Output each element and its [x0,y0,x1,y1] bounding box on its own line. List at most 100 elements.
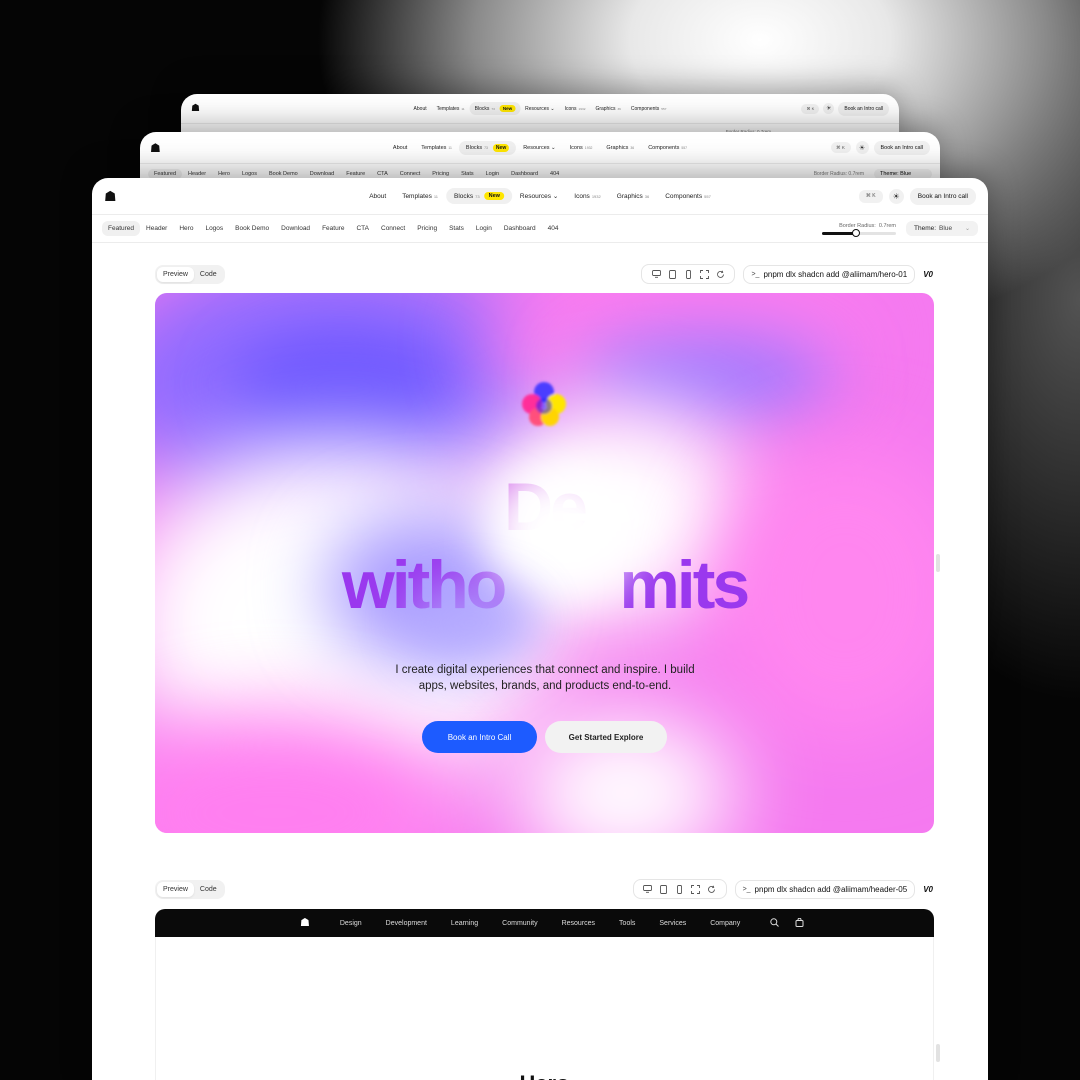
category-download[interactable]: Download [304,169,340,179]
header-demo-link-design[interactable]: Design [340,920,362,927]
mobile-icon[interactable] [681,268,695,280]
border-radius-slider[interactable] [822,228,896,237]
header-demo-link-tools[interactable]: Tools [619,920,635,927]
category-logos[interactable]: Logos [236,169,263,179]
command-k-shortcut[interactable]: ⌘ K [801,103,820,114]
command-k-shortcut[interactable]: ⌘ K [858,189,883,203]
desktop-icon[interactable] [649,268,663,280]
code-tab[interactable]: Code [194,267,223,282]
install-command[interactable]: >_ pnpm dlx shadcn add @aliimam/hero-01 [743,264,916,284]
category-login[interactable]: Login [480,169,505,179]
nav-graphics-count: 36 [617,106,621,111]
brand-logo-icon[interactable]: ☗ [300,917,310,929]
preview-tab[interactable]: Preview [157,266,194,282]
category-stats[interactable]: Stats [455,169,480,179]
v0-icon[interactable]: V0 [923,270,933,279]
nav-templates[interactable]: Templates 11 [394,189,446,204]
fullscreen-icon[interactable] [689,883,703,895]
scrollbar-handle[interactable] [936,554,940,572]
install-command[interactable]: >_ pnpm dlx shadcn add @aliimam/header-0… [734,879,916,899]
brand-logo-icon[interactable]: ☗ [150,142,161,154]
theme-toggle-sun-icon[interactable]: ☀ [823,103,835,114]
tablet-icon[interactable] [657,883,671,895]
nav-resources[interactable]: Resources ⌄ [520,103,560,115]
category-hero[interactable]: Hero [173,221,199,236]
scrollbar-handle[interactable] [936,1044,940,1062]
brand-logo-icon[interactable]: ☗ [191,103,200,114]
nav-icons[interactable]: Icons 1932 [566,189,608,204]
category-header[interactable]: Header [140,221,173,236]
nav-icons[interactable]: Icons 1932 [563,142,600,154]
category-dashboard[interactable]: Dashboard [498,221,542,236]
fullscreen-icon[interactable] [697,268,711,280]
nav-about[interactable]: About [386,142,414,154]
tablet-icon[interactable] [665,268,679,280]
category-feature[interactable]: Feature [340,169,371,179]
category-book-demo[interactable]: Book Demo [229,221,275,236]
search-icon[interactable] [770,917,780,929]
nav-components[interactable]: Components 557 [657,189,719,204]
theme-toggle-sun-icon[interactable]: ☀ [888,188,904,204]
v0-icon[interactable]: V0 [923,885,933,894]
category-pricing[interactable]: Pricing [411,221,443,236]
category-book-demo[interactable]: Book Demo [263,169,304,179]
header-demo-link-community[interactable]: Community [502,920,537,927]
nav-components[interactable]: Components 557 [626,103,672,115]
get-started-button[interactable]: Get Started Explore [545,721,667,753]
slider-handle[interactable] [852,228,861,237]
nav-graphics[interactable]: Graphics 36 [599,142,641,154]
category-connect[interactable]: Connect [375,221,411,236]
category-logos[interactable]: Logos [199,221,229,236]
nav-blocks[interactable]: Blocks 73 New [445,188,512,204]
desktop-icon[interactable] [641,883,655,895]
category-hero[interactable]: Hero [212,169,236,179]
nav-about[interactable]: About [409,103,432,115]
theme-toggle-sun-icon[interactable]: ☀ [855,141,869,154]
header-demo-link-services[interactable]: Services [659,920,686,927]
shopping-bag-icon[interactable] [795,917,804,929]
nav-templates[interactable]: Templates 11 [414,142,459,154]
nav-resources[interactable]: Resources ⌄ [516,142,562,154]
category-connect[interactable]: Connect [394,169,427,179]
refresh-icon[interactable] [705,883,719,895]
book-intro-call-cta[interactable]: Book an Intro Call [422,721,537,753]
preview-tab[interactable]: Preview [157,881,194,897]
nav-icons[interactable]: Icons 1932 [560,103,591,115]
theme-select[interactable]: Theme: Blue ⌄ [906,221,978,236]
nav-graphics[interactable]: Graphics 36 [590,103,625,115]
nav-graphics[interactable]: Graphics 36 [609,189,657,204]
nav-blocks[interactable]: Blocks 73 New [469,102,521,115]
category-login[interactable]: Login [470,221,498,236]
nav-blocks[interactable]: Blocks 73 New [458,140,517,155]
category-dashboard[interactable]: Dashboard [505,169,544,179]
category-featured[interactable]: Featured [148,168,183,179]
category-feature[interactable]: Feature [316,221,350,236]
category-header[interactable]: Header [182,169,212,179]
category-featured[interactable]: Featured [102,221,141,236]
category-download[interactable]: Download [275,221,316,236]
book-intro-call-button[interactable]: Book an Intro call [909,187,976,205]
nav-templates[interactable]: Templates 11 [432,103,470,115]
category-stats[interactable]: Stats [443,221,470,236]
book-intro-call-button[interactable]: Book an Intro call [873,140,930,155]
header-demo-link-development[interactable]: Development [386,920,427,927]
new-badge: New [492,143,510,152]
nav-about[interactable]: About [361,189,394,204]
refresh-icon[interactable] [713,268,727,280]
header-demo-link-resources[interactable]: Resources [562,920,595,927]
category-404[interactable]: 404 [542,221,565,236]
category-cta[interactable]: CTA [350,221,375,236]
nav-resources[interactable]: Resources ⌄ [512,188,566,204]
book-intro-call-button[interactable]: Book an Intro call [838,101,889,116]
category-cta[interactable]: CTA [371,169,394,179]
category-pricing[interactable]: Pricing [426,169,455,179]
code-tab[interactable]: Code [194,882,223,897]
nav-components[interactable]: Components 557 [641,142,694,154]
command-k-shortcut[interactable]: ⌘ K [830,142,851,153]
theme-select[interactable]: Theme: Blue [874,168,932,179]
category-404[interactable]: 404 [544,169,565,179]
mobile-icon[interactable] [673,883,687,895]
header-demo-link-company[interactable]: Company [710,920,740,927]
header-demo-link-learning[interactable]: Learning [451,920,478,927]
brand-logo-icon[interactable]: ☗ [104,189,117,203]
